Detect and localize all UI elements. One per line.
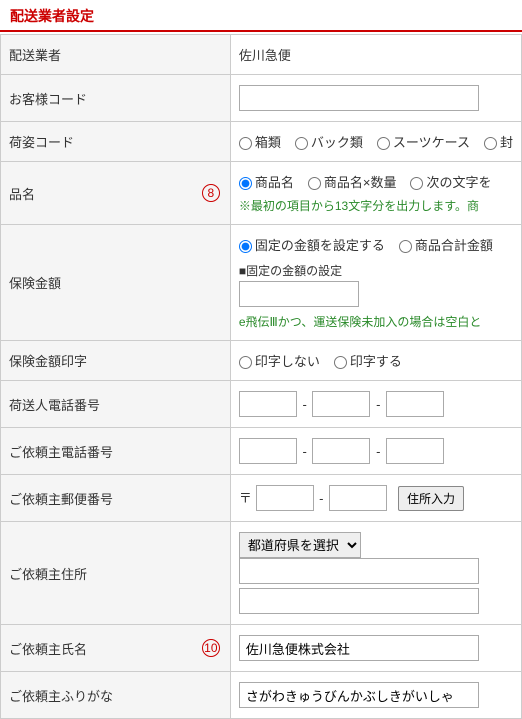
client-zip-cell: 〒 - 住所入力 <box>230 475 521 522</box>
label-product-name: 品名 8 <box>1 162 231 225</box>
product-opt-1[interactable]: 商品名×数量 <box>308 172 397 191</box>
client-zip-2[interactable] <box>329 485 387 511</box>
insurance-sub-label: ■固定の金額の設定 <box>239 262 513 279</box>
client-zip-1[interactable] <box>256 485 314 511</box>
insprint-opt-0[interactable]: 印字しない <box>239 351 320 370</box>
label-carrier: 配送業者 <box>1 35 231 75</box>
customer-code-input[interactable] <box>239 85 479 111</box>
zip-prefix: 〒 <box>239 491 252 506</box>
badge-8: 8 <box>202 184 220 202</box>
client-phone-cell: - - <box>230 428 521 475</box>
section-title: 配送業者設定 <box>0 0 522 32</box>
label-client-zip: ご依頼主郵便番号 <box>1 475 231 522</box>
insurance-opt-0[interactable]: 固定の金額を設定する <box>239 235 385 254</box>
client-name-input[interactable] <box>239 635 479 661</box>
settings-table: 配送業者 佐川急便 お客様コード 荷姿コード 箱類 バック類 スーツケース 封 … <box>0 34 522 719</box>
package-opt-0[interactable]: 箱類 <box>239 132 281 151</box>
product-name-note: ※最初の項目から13文字分を出力します。商 <box>239 197 513 214</box>
package-opt-1[interactable]: バック類 <box>295 132 363 151</box>
insurance-amount-input[interactable] <box>239 281 359 307</box>
badge-10: 10 <box>202 639 220 657</box>
shipper-phone-1[interactable] <box>239 391 297 417</box>
shipper-phone-cell: - - <box>230 381 521 428</box>
label-shipper-phone: 荷送人電話番号 <box>1 381 231 428</box>
package-opt-3[interactable]: 封 <box>484 132 513 151</box>
shipper-phone-3[interactable] <box>386 391 444 417</box>
label-insurance: 保険金額 <box>1 225 231 341</box>
product-name-options: 商品名 商品名×数量 次の文字を <box>239 172 513 191</box>
label-customer-code: お客様コード <box>1 75 231 122</box>
client-phone-3[interactable] <box>386 438 444 464</box>
client-kana-input[interactable] <box>239 682 479 708</box>
client-phone-1[interactable] <box>239 438 297 464</box>
client-phone-2[interactable] <box>312 438 370 464</box>
label-client-phone: ご依頼主電話番号 <box>1 428 231 475</box>
insurance-opt-1[interactable]: 商品合計金額 <box>399 235 493 254</box>
product-opt-2[interactable]: 次の文字を <box>410 172 491 191</box>
insprint-opt-1[interactable]: 印字する <box>334 351 402 370</box>
package-code-options: 箱類 バック類 スーツケース 封 <box>239 132 513 151</box>
value-carrier: 佐川急便 <box>230 35 521 75</box>
prefecture-select[interactable]: 都道府県を選択 <box>239 532 361 558</box>
label-client-addr: ご依頼主住所 <box>1 522 231 625</box>
insurance-note: e飛伝Ⅲかつ、運送保険未加入の場合は空白と <box>239 313 513 330</box>
product-opt-0[interactable]: 商品名 <box>239 172 294 191</box>
label-insurance-print: 保険金額印字 <box>1 341 231 381</box>
label-client-kana: ご依頼主ふりがな <box>1 672 231 719</box>
label-package-code: 荷姿コード <box>1 122 231 162</box>
insurance-options: 固定の金額を設定する 商品合計金額 <box>239 235 513 254</box>
address-lookup-button[interactable]: 住所入力 <box>398 486 464 511</box>
client-addr-line1[interactable] <box>239 558 479 584</box>
package-opt-2[interactable]: スーツケース <box>377 132 470 151</box>
label-client-name: ご依頼主氏名 10 <box>1 625 231 672</box>
shipper-phone-2[interactable] <box>312 391 370 417</box>
client-addr-line2[interactable] <box>239 588 479 614</box>
insurance-print-options: 印字しない 印字する <box>239 351 513 370</box>
